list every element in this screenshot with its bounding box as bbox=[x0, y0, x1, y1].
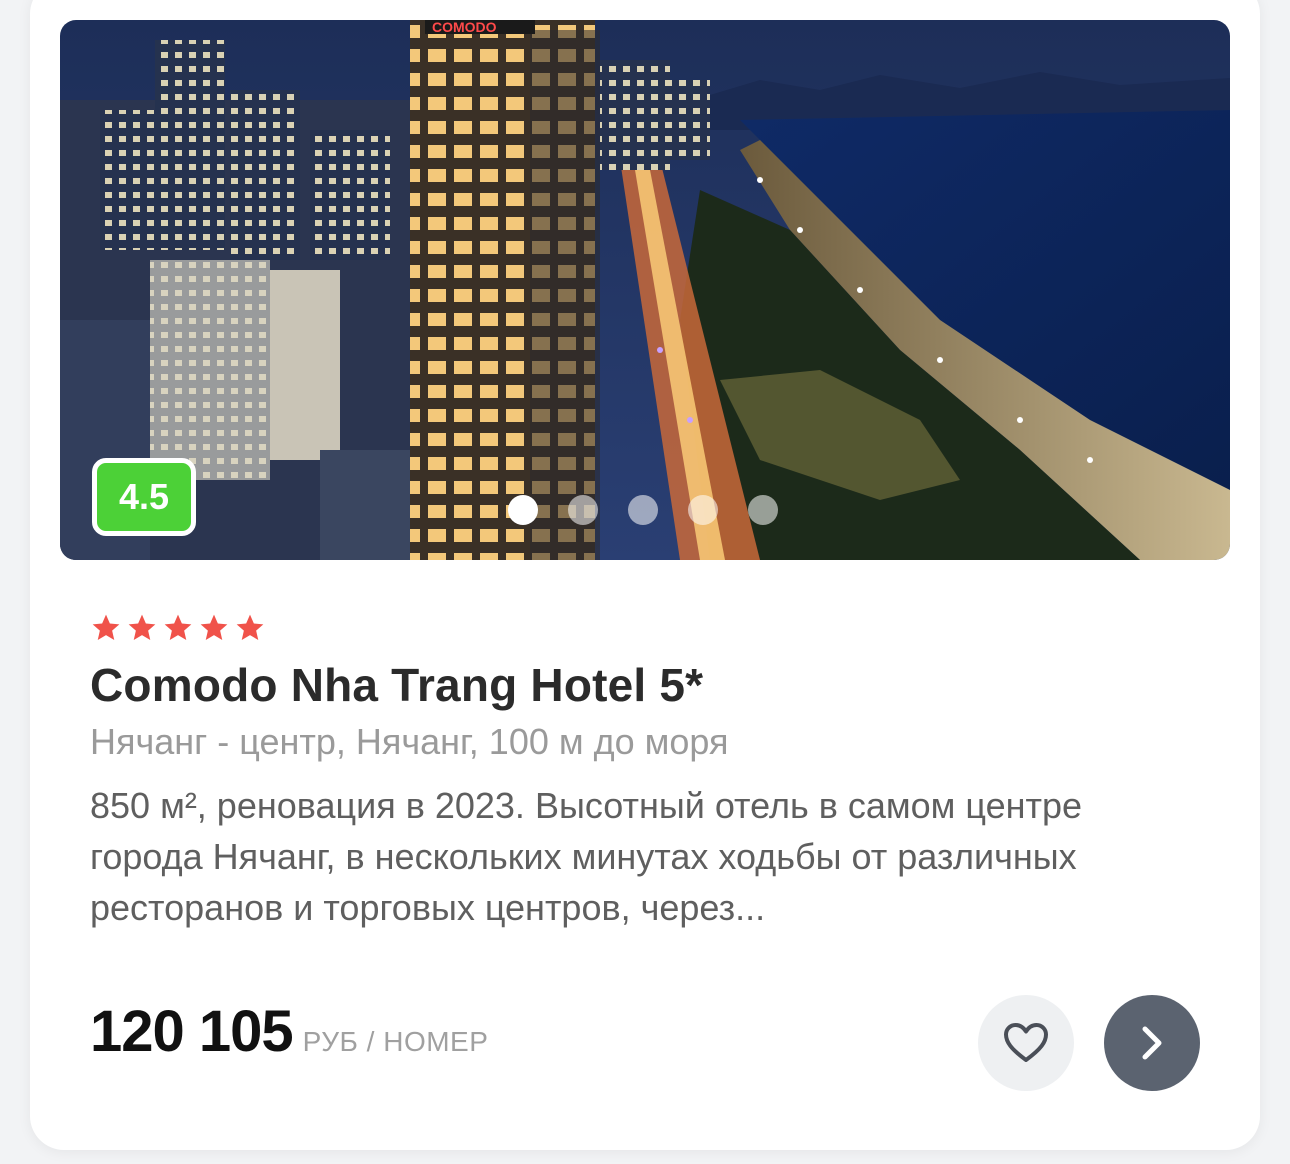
hotel-photo-image: COMODO bbox=[60, 20, 1230, 560]
hotel-name[interactable]: Comodo Nha Trang Hotel 5* bbox=[90, 658, 703, 712]
gallery-dot[interactable] bbox=[748, 495, 778, 525]
photo-sign-text: COMODO bbox=[432, 20, 497, 35]
star-icon bbox=[164, 614, 192, 640]
rating-badge: 4.5 bbox=[92, 458, 196, 536]
star-rating bbox=[90, 612, 266, 644]
heart-icon bbox=[1004, 1023, 1048, 1062]
gallery-dot[interactable] bbox=[628, 495, 658, 525]
star-icon bbox=[128, 614, 156, 640]
hotel-card[interactable]: COMODO 4.5 Comodo Nha Trang Hotel 5* Няч… bbox=[30, 0, 1260, 1150]
gallery-dot[interactable] bbox=[508, 495, 538, 525]
hotel-location: Нячанг - центр, Нячанг, 100 м до моря bbox=[90, 721, 729, 762]
star-icon bbox=[200, 614, 228, 640]
star-icon bbox=[236, 614, 264, 640]
chevron-right-icon bbox=[1142, 1026, 1162, 1060]
hotel-photo[interactable]: COMODO bbox=[60, 20, 1230, 560]
hotel-description: 850 м², реновация в 2023. Высотный отель… bbox=[90, 785, 1083, 928]
gallery-dot[interactable] bbox=[688, 495, 718, 525]
price-value: 120 105 bbox=[90, 999, 294, 1064]
gallery-dots[interactable] bbox=[508, 495, 778, 525]
price-block: 120 105 РУБ / НОМЕР bbox=[90, 998, 488, 1065]
favorite-button[interactable] bbox=[978, 995, 1074, 1091]
next-button[interactable] bbox=[1104, 995, 1200, 1091]
star-icon bbox=[92, 614, 120, 640]
price-unit: РУБ / НОМЕР bbox=[302, 1026, 489, 1057]
gallery-dot[interactable] bbox=[568, 495, 598, 525]
